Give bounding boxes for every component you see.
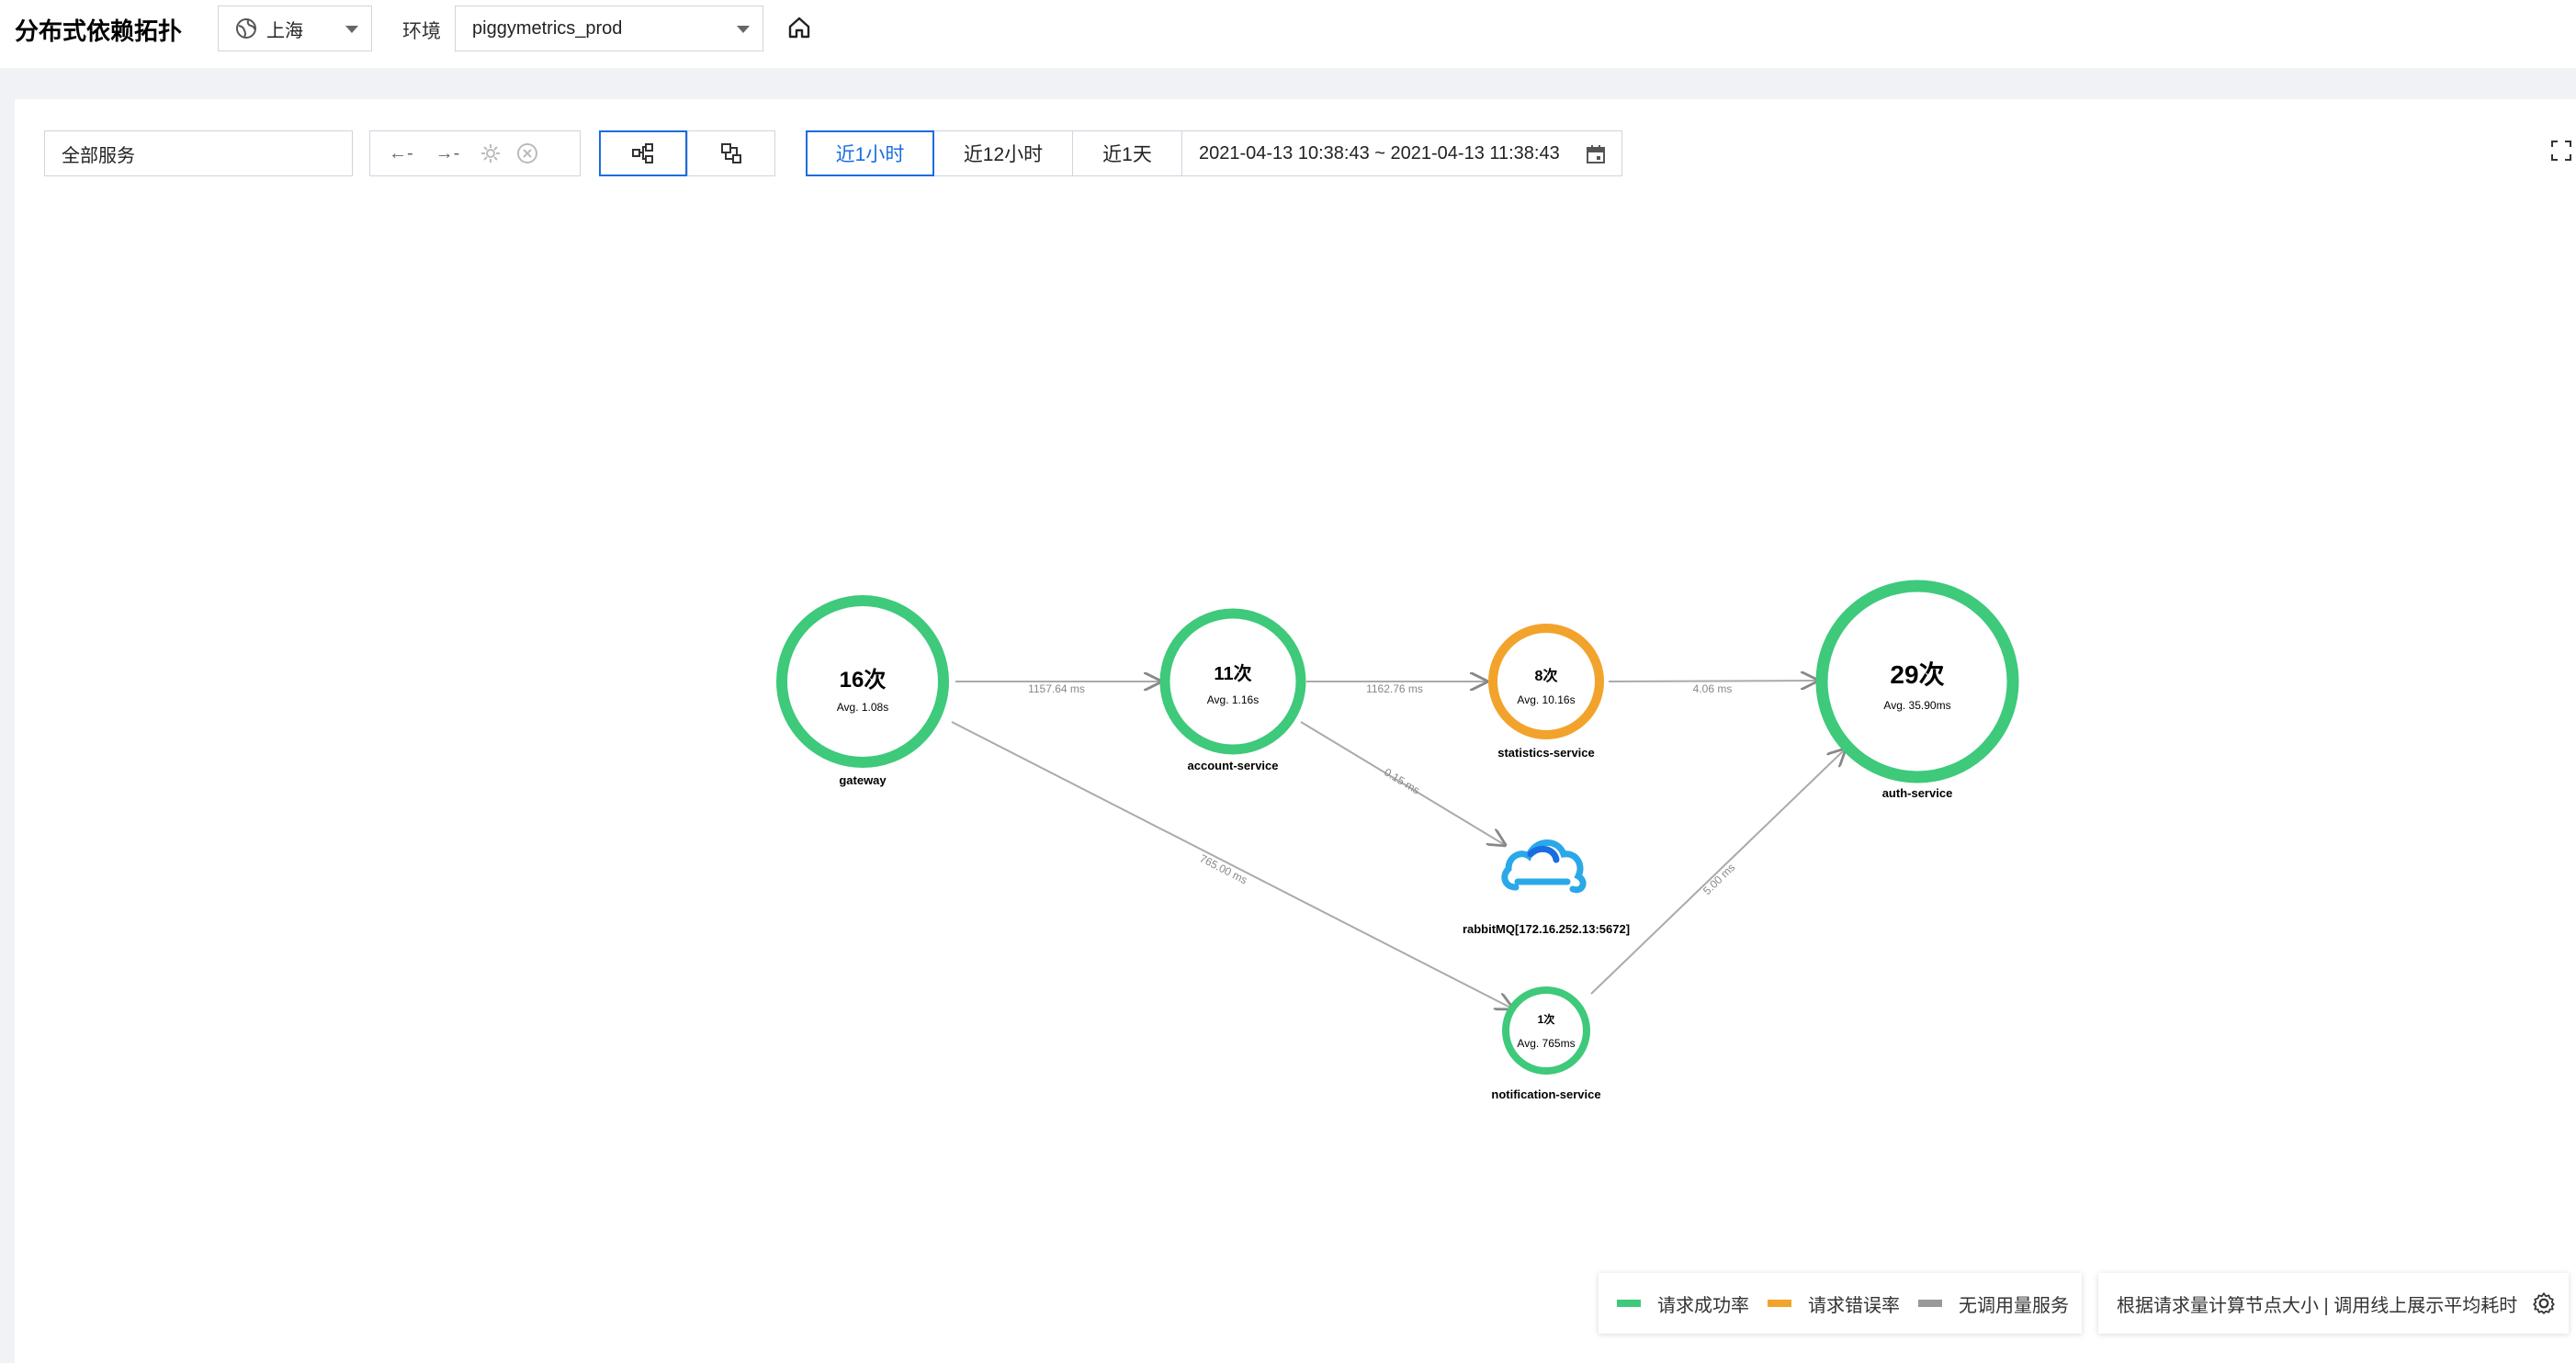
service-filter-value: 全部服务 bbox=[62, 145, 135, 166]
node-label: notification-service bbox=[1491, 1087, 1600, 1101]
node-gateway[interactable]: 16次 Avg. 1.08s gateway bbox=[776, 595, 949, 787]
node-avg: Avg. 765ms bbox=[1517, 1037, 1575, 1050]
node-label: rabbitMQ[172.16.252.13:5672] bbox=[1463, 922, 1630, 936]
edge-label: 5.00 ms bbox=[1700, 861, 1737, 897]
time-1d-button[interactable]: 近1天 bbox=[1072, 130, 1182, 176]
node-avg: Avg. 1.16s bbox=[1207, 693, 1259, 706]
clear-icon[interactable] bbox=[516, 142, 538, 164]
direction-controls: ←- →- bbox=[369, 130, 581, 176]
legend-label: 请求错误率 bbox=[1808, 1295, 1900, 1316]
region-select[interactable]: 上海 bbox=[218, 6, 372, 51]
edge-label: 4.06 ms bbox=[1693, 682, 1733, 695]
node-avg: Avg. 35.90ms bbox=[1883, 699, 1950, 712]
node-avg: Avg. 10.16s bbox=[1517, 693, 1575, 706]
chevron-down-icon bbox=[345, 26, 358, 33]
globe-icon bbox=[236, 18, 256, 39]
node-count: 16次 bbox=[840, 668, 887, 693]
legend-swatch bbox=[1617, 1300, 1641, 1307]
top-header: 分布式依赖拓扑 上海 环境 piggymetrics_prod bbox=[0, 0, 2576, 68]
date-range-value: 2021-04-13 10:38:43 ~ 2021-04-13 11:38:4… bbox=[1199, 142, 1560, 163]
node-avg: Avg. 1.08s bbox=[837, 701, 888, 714]
edge-account-rabbitmq[interactable]: 0.15 ms bbox=[1300, 721, 1505, 845]
node-count: 1次 bbox=[1538, 1012, 1555, 1026]
hierarchy-icon bbox=[632, 143, 653, 163]
date-range-picker[interactable]: 2021-04-13 10:38:43 ~ 2021-04-13 11:38:4… bbox=[1181, 130, 1622, 176]
legend-item-success: 请求成功率 bbox=[1617, 1290, 1749, 1317]
node-account-service[interactable]: 11次 Avg. 1.16s account-service bbox=[1159, 608, 1306, 772]
legend-label: 请求成功率 bbox=[1657, 1295, 1749, 1316]
region-value: 上海 bbox=[266, 20, 303, 41]
upstream-control[interactable]: ←- bbox=[389, 143, 413, 164]
edge-label: 1157.64 ms bbox=[1028, 682, 1085, 695]
env-value: piggymetrics_prod bbox=[472, 17, 623, 39]
legend-label: 无调用量服务 bbox=[1959, 1295, 2069, 1316]
legend-swatch bbox=[1768, 1300, 1791, 1307]
downstream-control[interactable]: →- bbox=[435, 143, 460, 164]
fullscreen-icon[interactable] bbox=[2550, 140, 2572, 162]
topology-panel: 全部服务 ←- →- 近1小时 近12小时 近1天 2021-04-13 10:… bbox=[15, 99, 2576, 1363]
edge-account-statistics[interactable]: 1162.76 ms bbox=[1306, 682, 1486, 695]
edge-statistics-auth[interactable]: 4.06 ms bbox=[1608, 681, 1817, 695]
node-label: account-service bbox=[1188, 759, 1279, 772]
env-label: 环境 bbox=[402, 21, 441, 42]
node-statistics-service[interactable]: 8次 Avg. 10.16s statistics-service bbox=[1488, 624, 1604, 760]
chevron-down-icon bbox=[737, 26, 750, 33]
calendar-icon bbox=[1587, 145, 1605, 163]
node-auth-service[interactable]: 29次 Avg. 35.90ms auth-service bbox=[1815, 580, 2019, 800]
legend: 请求成功率 请求错误率 无调用量服务 bbox=[1599, 1273, 2082, 1334]
env-select[interactable]: piggymetrics_prod bbox=[455, 6, 763, 51]
edge-notification-auth[interactable]: 5.00 ms bbox=[1590, 749, 1845, 995]
time-1h-button[interactable]: 近1小时 bbox=[806, 130, 934, 176]
node-count: 11次 bbox=[1214, 662, 1251, 684]
legend-note: 根据请求量计算节点大小 | 调用线上展示平均耗时 bbox=[2098, 1273, 2569, 1334]
node-count: 8次 bbox=[1535, 667, 1558, 684]
cloud-icon bbox=[1501, 839, 1587, 894]
legend-note-text: 根据请求量计算节点大小 | 调用线上展示平均耗时 bbox=[2117, 1295, 2518, 1316]
node-label: statistics-service bbox=[1497, 746, 1595, 760]
settings-icon[interactable] bbox=[480, 142, 502, 164]
time-range-group: 近1小时 近12小时 近1天 2021-04-13 10:38:43 ~ 202… bbox=[806, 130, 1622, 176]
service-filter-input[interactable]: 全部服务 bbox=[44, 130, 353, 176]
node-label: gateway bbox=[839, 773, 887, 787]
hierarchy-view-button[interactable] bbox=[599, 130, 687, 176]
legend-item-error: 请求错误率 bbox=[1768, 1290, 1900, 1317]
topology-graph: 1157.64 ms 1162.76 ms 4.06 ms 0.15 ms 76… bbox=[776, 580, 2019, 1101]
home-icon[interactable] bbox=[786, 15, 812, 40]
gear-icon[interactable] bbox=[2532, 1291, 2556, 1315]
edge-label: 1162.76 ms bbox=[1366, 682, 1423, 695]
page-title: 分布式依赖拓扑 bbox=[15, 17, 183, 45]
edge-label: 0.15 ms bbox=[1382, 766, 1422, 797]
time-12h-button[interactable]: 近12小时 bbox=[933, 130, 1073, 176]
grid-view-button[interactable] bbox=[687, 130, 775, 176]
layout-icon bbox=[721, 143, 741, 163]
node-rabbitmq[interactable]: rabbitMQ[172.16.252.13:5672] bbox=[1463, 839, 1630, 936]
legend-item-no-traffic: 无调用量服务 bbox=[1918, 1290, 2069, 1317]
edge-gateway-account[interactable]: 1157.64 ms bbox=[955, 682, 1160, 695]
node-count: 29次 bbox=[1890, 660, 1944, 689]
node-label: auth-service bbox=[1882, 786, 1953, 800]
legend-swatch bbox=[1918, 1300, 1942, 1307]
